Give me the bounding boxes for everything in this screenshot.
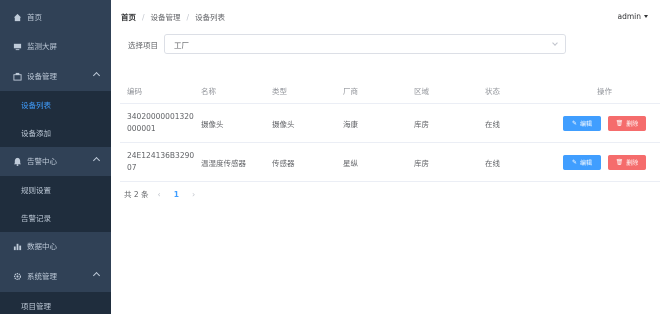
sidebar-item-label: 监测大屏 bbox=[27, 41, 57, 51]
project-select-label: 选择项目 bbox=[128, 41, 158, 50]
cell-status: 在线 bbox=[485, 120, 500, 129]
table-header: 编码 名称 类型 厂商 区域 状态 操作 bbox=[120, 80, 660, 104]
breadcrumb: 首页 / 设备管理 / 设备列表 bbox=[121, 12, 225, 23]
cell-code-line: 000001 bbox=[127, 124, 156, 133]
sidebar-item-system-management[interactable]: 系统管理 bbox=[0, 262, 111, 290]
cell-code-line: 34020000001320 bbox=[127, 112, 194, 121]
column-header-area: 区域 bbox=[414, 87, 429, 96]
breadcrumb-separator: / bbox=[186, 13, 190, 22]
sidebar-item-label: 告警记录 bbox=[21, 213, 51, 223]
cell-code-line: 07 bbox=[127, 163, 137, 172]
pagination: 共 2 条 ‹ 1 › bbox=[124, 189, 204, 200]
column-header-name: 名称 bbox=[201, 87, 216, 96]
chevron-up-icon bbox=[92, 271, 101, 280]
breadcrumb-home[interactable]: 首页 bbox=[121, 12, 136, 23]
sidebar-item-rule-settings[interactable]: 规则设置 bbox=[0, 176, 111, 204]
cell-type: 摄像头 bbox=[272, 120, 295, 129]
project-select[interactable]: 工厂 bbox=[164, 34, 566, 54]
project-select-value: 工厂 bbox=[174, 41, 189, 50]
column-header-code: 编码 bbox=[127, 87, 142, 96]
cell-vendor: 海康 bbox=[343, 120, 358, 129]
sidebar-item-label: 系统管理 bbox=[27, 271, 57, 281]
user-menu[interactable]: admin bbox=[617, 12, 648, 21]
sidebar-item-alarm-center[interactable]: 告警中心 bbox=[0, 147, 111, 175]
bell-icon bbox=[12, 156, 22, 166]
table-row: 24E124136B3290 07 温湿度传感器 传感器 星纵 库房 在线 ✎ … bbox=[120, 143, 660, 182]
sidebar-item-label: 规则设置 bbox=[21, 185, 51, 195]
delete-button[interactable]: 🗑 删除 bbox=[608, 155, 646, 170]
sidebar-item-device-add[interactable]: 设备添加 bbox=[0, 119, 111, 147]
column-header-type: 类型 bbox=[272, 87, 287, 96]
delete-button-label: 删除 bbox=[626, 121, 639, 128]
chevron-up-icon bbox=[92, 71, 101, 80]
cell-area: 库房 bbox=[414, 120, 429, 129]
sidebar-item-label: 数据中心 bbox=[27, 241, 57, 251]
trash-icon: 🗑 bbox=[615, 120, 624, 127]
cell-name: 摄像头 bbox=[201, 120, 224, 129]
edit-icon: ✎ bbox=[571, 159, 577, 166]
breadcrumb-device-list: 设备列表 bbox=[195, 13, 226, 22]
caret-down-icon bbox=[644, 15, 648, 18]
monitor-icon bbox=[12, 41, 22, 51]
trash-icon: 🗑 bbox=[615, 159, 624, 166]
top-navbar: 首页 / 设备管理 / 设备列表 admin bbox=[111, 0, 668, 36]
page-number-current[interactable]: 1 bbox=[174, 190, 179, 199]
sidebar-item-label: 首页 bbox=[27, 12, 42, 22]
pagination-total: 共 2 条 bbox=[124, 190, 149, 199]
sidebar-item-label: 项目管理 bbox=[21, 301, 51, 311]
column-header-vendor: 厂商 bbox=[343, 87, 358, 96]
sidebar-item-label: 设备管理 bbox=[27, 71, 57, 81]
chevron-up-icon bbox=[92, 156, 101, 165]
table-row: 34020000001320 000001 摄像头 摄像头 海康 库房 在线 ✎… bbox=[120, 104, 660, 143]
prev-page-button[interactable]: ‹ bbox=[158, 190, 161, 199]
sidebar: 首页 监测大屏 设备管理 设备列表 设备添加 告警中心 规则设置 告警记录 数据… bbox=[0, 0, 111, 314]
sidebar-item-home[interactable]: 首页 bbox=[0, 3, 111, 31]
sidebar-item-label: 告警中心 bbox=[27, 156, 57, 166]
chevron-down-icon bbox=[552, 40, 558, 46]
breadcrumb-separator: / bbox=[142, 13, 145, 22]
sidebar-item-monitor[interactable]: 监测大屏 bbox=[0, 32, 111, 60]
edit-icon: ✎ bbox=[571, 120, 577, 127]
edit-button[interactable]: ✎ 编辑 bbox=[563, 116, 601, 131]
cell-type: 传感器 bbox=[272, 159, 295, 168]
column-header-actions: 操作 bbox=[597, 87, 612, 96]
sidebar-item-device-management[interactable]: 设备管理 bbox=[0, 62, 111, 90]
cell-code: 24E124136B3290 07 bbox=[127, 150, 194, 174]
device-icon bbox=[12, 71, 22, 81]
edit-button-label: 编辑 bbox=[580, 121, 593, 128]
cell-code-line: 24E124136B3290 bbox=[127, 151, 195, 160]
delete-button[interactable]: 🗑 删除 bbox=[608, 116, 646, 131]
cell-name: 温湿度传感器 bbox=[201, 159, 246, 168]
sidebar-item-label: 设备列表 bbox=[21, 100, 51, 110]
sidebar-item-label: 设备添加 bbox=[21, 128, 51, 138]
home-icon bbox=[12, 12, 22, 22]
next-page-button[interactable]: › bbox=[192, 190, 195, 199]
cell-vendor: 星纵 bbox=[343, 159, 358, 168]
edit-button[interactable]: ✎ 编辑 bbox=[563, 155, 601, 170]
sidebar-item-project-management[interactable]: 项目管理 bbox=[0, 292, 111, 314]
sidebar-item-data-center[interactable]: 数据中心 bbox=[0, 232, 111, 260]
cell-area: 库房 bbox=[414, 159, 429, 168]
sidebar-item-device-list[interactable]: 设备列表 bbox=[0, 91, 111, 119]
column-header-status: 状态 bbox=[485, 87, 500, 96]
username: admin bbox=[617, 12, 642, 21]
breadcrumb-device-management: 设备管理 bbox=[150, 13, 181, 22]
cell-status: 在线 bbox=[485, 159, 500, 168]
cell-code: 34020000001320 000001 bbox=[127, 111, 194, 135]
chart-icon bbox=[12, 241, 22, 251]
edit-button-label: 编辑 bbox=[580, 160, 593, 167]
gear-icon bbox=[12, 271, 22, 281]
delete-button-label: 删除 bbox=[626, 160, 639, 167]
sidebar-item-alarm-records[interactable]: 告警记录 bbox=[0, 204, 111, 232]
